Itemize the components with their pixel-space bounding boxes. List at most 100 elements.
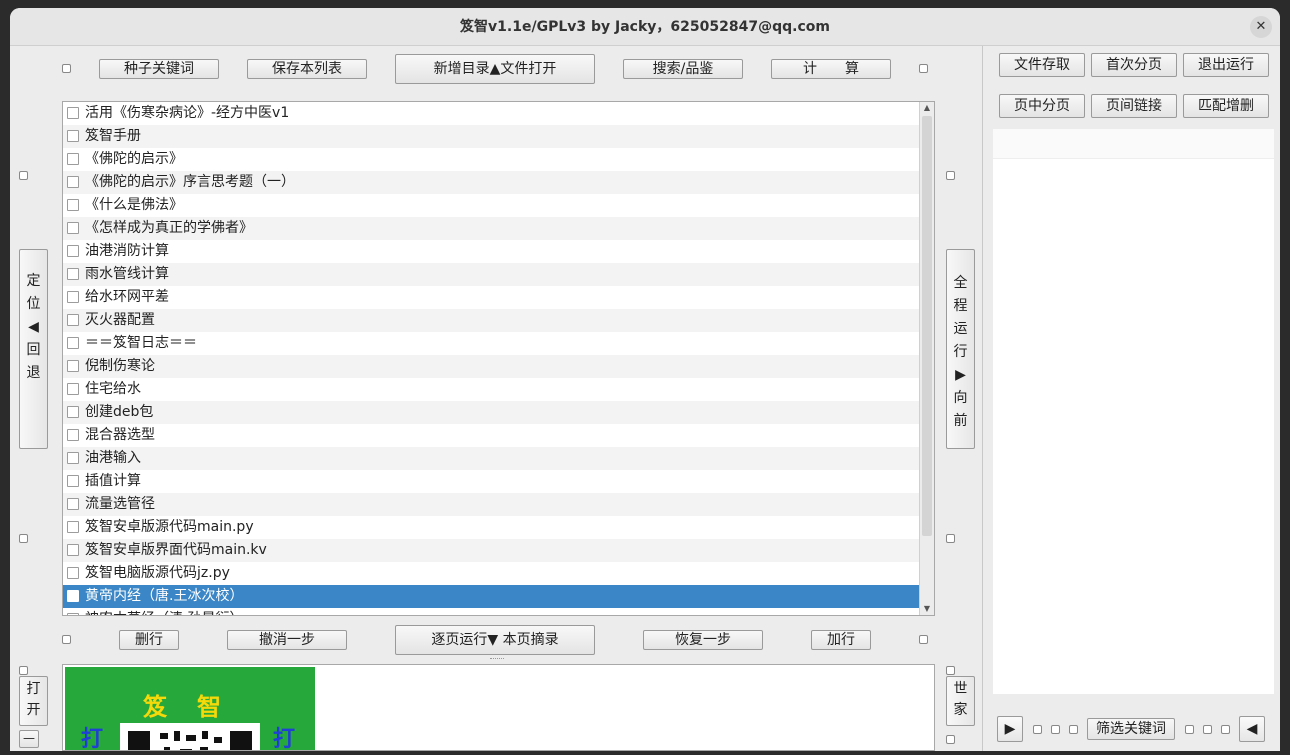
list-item-checkbox[interactable] (67, 245, 79, 257)
right-text-area[interactable] (993, 129, 1274, 694)
right-checkbox-4[interactable] (1185, 725, 1194, 734)
scroll-thumb[interactable] (922, 116, 932, 536)
list-item[interactable]: 灭火器配置 (63, 309, 920, 332)
list-item[interactable]: 流量选管径 (63, 493, 920, 516)
top-left-checkbox[interactable] (62, 64, 71, 73)
seed-keywords-button[interactable]: 种子关键词 (99, 59, 219, 79)
list-item[interactable]: 油港输入 (63, 447, 920, 470)
list-item[interactable]: 黄帝内经（唐.王冰次校） (63, 585, 920, 608)
bottom-right-checkbox[interactable] (919, 635, 928, 644)
list-item-checkbox[interactable] (67, 222, 79, 234)
list-item[interactable]: 雨水管线计算 (63, 263, 920, 286)
list-item[interactable]: 《什么是佛法》 (63, 194, 920, 217)
right-checkbox-5[interactable] (1203, 725, 1212, 734)
save-list-button[interactable]: 保存本列表 (247, 59, 367, 79)
right-checkbox-1[interactable] (1033, 725, 1042, 734)
mid-right-checkbox-lower[interactable] (946, 534, 955, 543)
list-item-checkbox[interactable] (67, 199, 79, 211)
list-item[interactable]: 《佛陀的启示》序言思考题（一） (63, 171, 920, 194)
list-item[interactable]: 混合器选型 (63, 424, 920, 447)
list-item-label: ＝＝笈智日志＝＝ (85, 335, 197, 351)
list-item-checkbox[interactable] (67, 544, 79, 556)
add-row-button[interactable]: 加行 (811, 630, 871, 650)
play-icon[interactable]: ▶ (997, 716, 1023, 742)
list-item[interactable]: 创建deb包 (63, 401, 920, 424)
pane-splitter[interactable] (490, 658, 504, 661)
left-checkbox-upper[interactable] (19, 171, 28, 180)
minus-button[interactable]: — (19, 730, 39, 748)
list-item[interactable]: 神农本草经（清.孙星衍） (63, 608, 920, 615)
exit-run-button[interactable]: 退出运行 (1183, 53, 1269, 77)
mid-right-checkbox-bottom[interactable] (946, 666, 955, 675)
mid-right-checkbox-footer[interactable] (946, 735, 955, 744)
list-item-checkbox[interactable] (67, 107, 79, 119)
list-item-checkbox[interactable] (67, 314, 79, 326)
run-all-char: 程 (953, 298, 968, 314)
list-item-checkbox[interactable] (67, 153, 79, 165)
right-checkbox-3[interactable] (1069, 725, 1078, 734)
list-item[interactable]: 活用《伤寒杂病论》-经方中医v1 (63, 102, 920, 125)
list-item-checkbox[interactable] (67, 590, 79, 602)
item-list[interactable]: 活用《伤寒杂病论》-经方中医v1 笈智手册 《佛陀的启示》 《佛陀的启示》序言思考题（… (62, 101, 935, 616)
locate-back-button[interactable]: 定 位 ◀ 回 退 (19, 249, 48, 449)
right-checkbox-6[interactable] (1221, 725, 1230, 734)
list-item[interactable]: 倪制伤寒论 (63, 355, 920, 378)
list-item[interactable]: 笈智安卓版源代码main.py (63, 516, 920, 539)
list-item-checkbox[interactable] (67, 452, 79, 464)
right-checkbox-2[interactable] (1051, 725, 1060, 734)
list-item-checkbox[interactable] (67, 613, 79, 615)
list-item-checkbox[interactable] (67, 130, 79, 142)
list-item-checkbox[interactable] (67, 475, 79, 487)
mid-page-button[interactable]: 页中分页 (999, 94, 1085, 118)
search-appraise-button[interactable]: 搜索/品鉴 (623, 59, 743, 79)
list-item[interactable]: 《佛陀的启示》 (63, 148, 920, 171)
list-item-checkbox[interactable] (67, 291, 79, 303)
page-link-button[interactable]: 页间链接 (1091, 94, 1177, 118)
list-item-checkbox[interactable] (67, 268, 79, 280)
list-item[interactable]: 笈智电脑版源代码jz.py (63, 562, 920, 585)
redo-button[interactable]: 恢复一步 (643, 630, 763, 650)
bottom-left-checkbox[interactable] (62, 635, 71, 644)
list-item-checkbox[interactable] (67, 360, 79, 372)
list-item-checkbox[interactable] (67, 498, 79, 510)
list-item[interactable]: 《怎样成为真正的学佛者》 (63, 217, 920, 240)
list-item-checkbox[interactable] (67, 521, 79, 533)
close-icon[interactable]: ✕ (1250, 16, 1272, 38)
world-home-button[interactable]: 世 家 (946, 676, 975, 726)
file-save-button[interactable]: 文件存取 (999, 53, 1085, 77)
list-item[interactable]: ＝＝笈智日志＝＝ (63, 332, 920, 355)
back-icon[interactable]: ◀ (1239, 716, 1265, 742)
list-item[interactable]: 给水环网平差 (63, 286, 920, 309)
match-edit-button[interactable]: 匹配增删 (1183, 94, 1269, 118)
open-button[interactable]: 打 开 (19, 676, 48, 726)
undo-button[interactable]: 撤消一步 (227, 630, 347, 650)
list-item[interactable]: 住宅给水 (63, 378, 920, 401)
run-all-char: 向 (953, 390, 968, 406)
open-char: 开 (26, 702, 41, 718)
filter-keywords-button[interactable]: 筛选关键词 (1087, 718, 1175, 740)
left-checkbox-bottom[interactable] (19, 666, 28, 675)
list-item[interactable]: 笈智安卓版界面代码main.kv (63, 539, 920, 562)
scroll-down-icon[interactable]: ▼ (920, 603, 934, 615)
list-item-checkbox[interactable] (67, 383, 79, 395)
list-item-checkbox[interactable] (67, 567, 79, 579)
top-right-checkbox[interactable] (919, 64, 928, 73)
preview-area[interactable]: 笈智 打 打 (62, 664, 935, 751)
scroll-up-icon[interactable]: ▲ (920, 102, 934, 114)
list-item-checkbox[interactable] (67, 406, 79, 418)
first-page-button[interactable]: 首次分页 (1091, 53, 1177, 77)
left-checkbox-lower[interactable] (19, 534, 28, 543)
list-item[interactable]: 笈智手册 (63, 125, 920, 148)
list-scrollbar[interactable]: ▲ ▼ (919, 102, 934, 615)
list-item-checkbox[interactable] (67, 337, 79, 349)
list-item[interactable]: 插值计算 (63, 470, 920, 493)
run-all-forward-button[interactable]: 全 程 运 行 ▶ 向 前 (946, 249, 975, 449)
mid-right-checkbox-upper[interactable] (946, 171, 955, 180)
delete-row-button[interactable]: 删行 (119, 630, 179, 650)
list-item[interactable]: 油港消防计算 (63, 240, 920, 263)
compute-button[interactable]: 计 算 (771, 59, 891, 79)
list-item-checkbox[interactable] (67, 429, 79, 441)
page-run-summary-button[interactable]: 逐页运行▼ 本页摘录 (395, 625, 595, 655)
list-item-checkbox[interactable] (67, 176, 79, 188)
new-dir-open-file-button[interactable]: 新增目录▲文件打开 (395, 54, 595, 84)
